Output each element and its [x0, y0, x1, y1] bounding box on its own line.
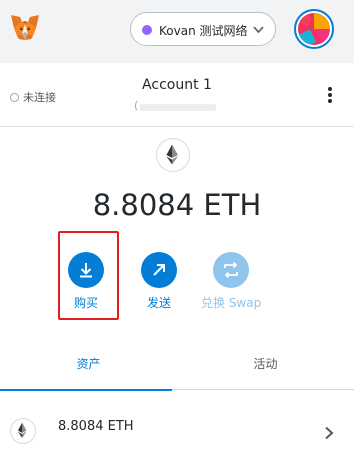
- ethereum-icon: [10, 418, 36, 444]
- account-bar: 未连接 Account 1 (: [0, 63, 354, 127]
- balance-amount: 8.8084 ETH: [92, 188, 262, 222]
- send-button[interactable]: 发送: [129, 252, 189, 311]
- asset-name: 8.8084 ETH: [58, 419, 134, 434]
- tab-assets[interactable]: 资产: [0, 346, 177, 391]
- network-selector[interactable]: Kovan 测试网络: [130, 12, 276, 46]
- network-status-dot: [142, 25, 152, 35]
- swap-button[interactable]: 兑换 Swap: [201, 252, 261, 311]
- chevron-down-icon: [253, 26, 264, 34]
- ethereum-icon: [156, 138, 190, 172]
- metamask-fox-logo[interactable]: [9, 12, 41, 44]
- list-item[interactable]: 8.8084 ETH: [0, 406, 354, 462]
- swap-icon: [213, 252, 249, 288]
- network-label: Kovan 测试网络: [159, 24, 248, 38]
- account-options-menu-icon[interactable]: [326, 87, 334, 105]
- account-address-prefix: (: [134, 99, 139, 112]
- account-address-redacted: [140, 104, 216, 111]
- connection-status-icon: [10, 92, 19, 102]
- swap-label: 兑换 Swap: [201, 296, 262, 310]
- account-avatar-button[interactable]: [291, 9, 334, 51]
- account-name[interactable]: Account 1: [0, 77, 354, 93]
- arrow-up-right-icon: [141, 252, 177, 288]
- avatar: [291, 13, 331, 51]
- top-bar: Kovan 测试网络: [0, 0, 354, 63]
- tab-activity[interactable]: 活动: [177, 346, 354, 390]
- account-address[interactable]: (: [134, 99, 220, 114]
- wallet-actions: 购买 发送 兑换 Swap: [0, 252, 354, 312]
- chevron-right-icon: [325, 426, 334, 440]
- send-label: 发送: [146, 296, 171, 310]
- tab-bar: 资产 活动: [0, 346, 354, 391]
- highlight-annotation-box: [58, 231, 119, 320]
